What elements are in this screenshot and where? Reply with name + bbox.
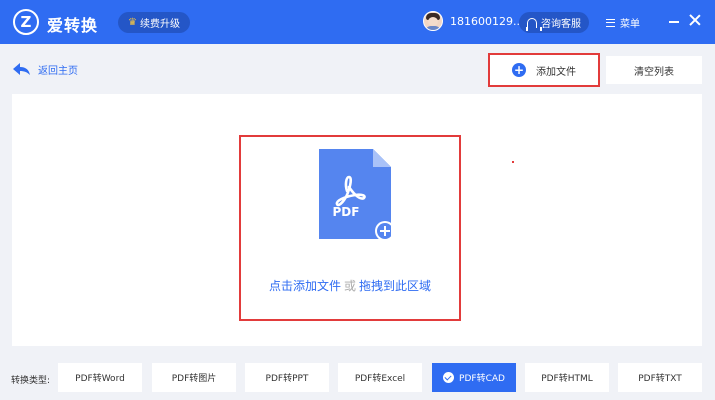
type-label-text: PDF转PPT: [265, 374, 309, 384]
type-label-text: PDF转Word: [75, 374, 125, 384]
or-text: 或: [343, 279, 356, 293]
type-label-text: PDF转图片: [171, 374, 217, 384]
stray-mark: [512, 161, 514, 163]
clear-list-button[interactable]: 清空列表: [606, 56, 702, 84]
type-label-text: PDF转TXT: [638, 374, 682, 384]
close-icon[interactable]: [688, 13, 702, 27]
type-label-text: PDF转HTML: [541, 374, 593, 384]
type-pdf-to-word[interactable]: PDF转Word: [58, 363, 142, 392]
logo-letter: Z: [20, 13, 32, 31]
customer-service-button[interactable]: 咨询客服: [519, 12, 589, 33]
type-pdf-to-txt[interactable]: PDF转TXT: [618, 363, 702, 392]
back-arrow-icon: [13, 63, 30, 75]
plus-circle-icon: +: [512, 63, 526, 77]
drop-zone[interactable]: PDF 点击添加文件或拖拽到此区域: [239, 135, 461, 321]
menu-label: 菜单: [620, 19, 640, 30]
headset-icon: [526, 17, 542, 31]
upgrade-label: 续费升级: [139, 19, 180, 30]
minimize-icon[interactable]: [669, 21, 679, 23]
avatar[interactable]: [423, 11, 443, 31]
convert-type-label: 转换类型:: [11, 376, 51, 386]
type-label-text: PDF转CAD: [459, 374, 505, 384]
add-file-label: 添加文件: [536, 66, 576, 78]
title-bar: Z 爱转换 ♛ 续费升级 181600129... 咨询客服 菜单: [0, 0, 715, 44]
upgrade-button[interactable]: ♛ 续费升级: [118, 12, 190, 33]
type-label-text: PDF转Excel: [354, 374, 406, 384]
add-file-button[interactable]: + 添加文件: [488, 53, 600, 87]
back-label: 返回主页: [38, 66, 78, 77]
menu-button[interactable]: 菜单: [606, 15, 640, 30]
drop-hint[interactable]: 点击添加文件或拖拽到此区域: [241, 277, 459, 294]
pdf-file-icon: [319, 149, 391, 239]
pdf-icon-label: PDF: [332, 205, 360, 219]
click-add-text[interactable]: 点击添加文件: [269, 279, 341, 293]
type-pdf-to-excel[interactable]: PDF转Excel: [338, 363, 422, 392]
back-home-link[interactable]: 返回主页: [13, 62, 78, 77]
type-pdf-to-image[interactable]: PDF转图片: [152, 363, 236, 392]
crown-icon: ♛: [128, 17, 137, 28]
menu-icon: [606, 18, 615, 27]
user-phone[interactable]: 181600129...: [450, 15, 523, 28]
logo-icon: Z: [13, 9, 39, 35]
clear-list-label: 清空列表: [634, 66, 674, 78]
check-circle-icon: [443, 372, 455, 383]
type-pdf-to-cad[interactable]: PDF转CAD: [432, 363, 516, 392]
app-title: 爱转换: [47, 16, 99, 35]
service-label: 咨询客服: [541, 19, 581, 30]
type-pdf-to-ppt[interactable]: PDF转PPT: [245, 363, 329, 392]
type-pdf-to-html[interactable]: PDF转HTML: [525, 363, 609, 392]
drag-here-text: 拖拽到此区域: [359, 279, 432, 293]
